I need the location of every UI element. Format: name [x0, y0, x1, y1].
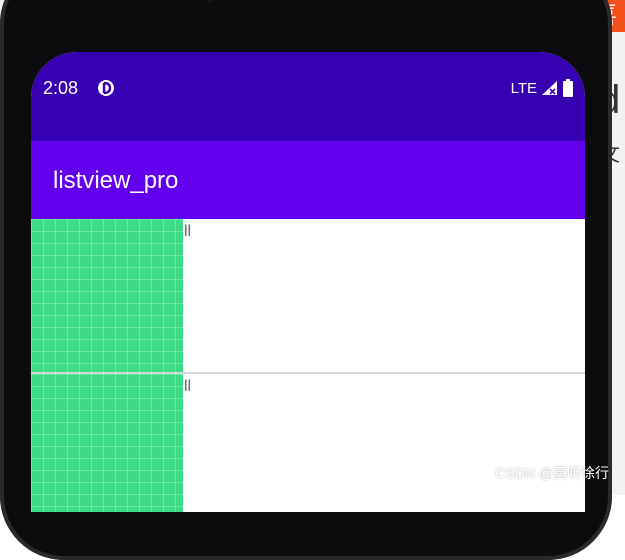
list-item-text: ll: [184, 378, 192, 395]
app-title: listview_pro: [53, 167, 179, 194]
list-item[interactable]: ll: [31, 374, 585, 512]
battery-icon: [563, 79, 573, 97]
list-item-text: ll: [184, 223, 192, 240]
status-right-group: LTE: [511, 79, 573, 97]
status-bar: 2:08 LTE: [31, 52, 585, 141]
network-type: LTE: [510, 79, 537, 97]
status-time: 2:08: [43, 78, 79, 98]
app-notification-icon: [98, 80, 114, 96]
signal-icon: [542, 81, 557, 95]
list-item-image: [31, 219, 183, 372]
list-item-image: [31, 374, 183, 512]
sensor-icon: [204, 0, 216, 2]
phone-screen: 2:08 LTE listview_pro ll ll: [31, 52, 585, 512]
app-bar: listview_pro: [31, 141, 585, 219]
watermark: CSDN @莫听徐行: [495, 465, 609, 481]
list-item[interactable]: ll: [31, 219, 585, 374]
